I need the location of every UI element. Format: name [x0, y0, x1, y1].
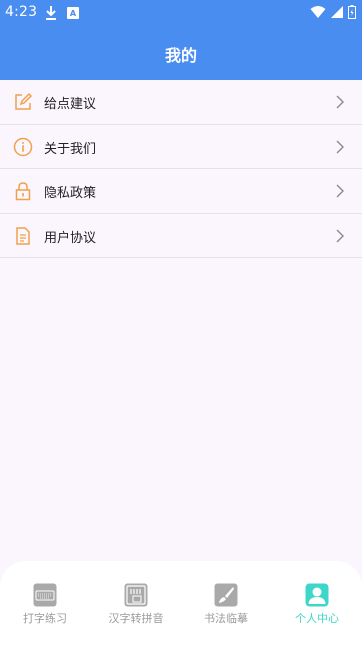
notification-a-icon: A — [67, 7, 79, 19]
menu-item-label: 给点建议 — [44, 97, 97, 112]
menu-item-privacy[interactable]: 隐私政策 — [0, 169, 362, 214]
edit-icon — [15, 92, 33, 110]
menu-item-label: 关于我们 — [44, 141, 97, 157]
tab-label: 打字练习 — [23, 612, 67, 625]
tab-calligraphy[interactable]: 书法临摹 — [181, 583, 271, 629]
chevron-right-icon — [336, 95, 344, 109]
profile-screen: 4:23 A 我的 给点建议 关于我们 隐私政策 用户协议 打字练习 汉字转拼音… — [0, 0, 362, 645]
document-icon — [16, 226, 30, 245]
page-title: 我的 — [164, 46, 197, 65]
bottom-nav: 打字练习 汉字转拼音 书法临摹 个人中心 — [0, 561, 362, 645]
tab-label: 个人中心 — [295, 612, 339, 625]
lock-icon — [15, 182, 31, 201]
battery-icon — [348, 5, 356, 19]
status-bar: 4:23 A — [0, 0, 362, 26]
signal-icon — [331, 6, 343, 18]
brush-icon — [214, 583, 238, 607]
pinyin-convert-icon — [124, 583, 148, 607]
menu-item-user-agreement[interactable]: 用户协议 — [0, 214, 362, 258]
tab-personal-center[interactable]: 个人中心 — [272, 583, 362, 629]
chevron-right-icon — [336, 184, 344, 198]
wifi-icon — [310, 6, 326, 18]
menu-item-label: 隐私政策 — [44, 186, 97, 201]
tab-label: 书法临摹 — [204, 612, 248, 625]
person-icon — [305, 583, 329, 607]
status-time: 4:23 — [5, 4, 38, 20]
app-header: 4:23 A 我的 — [0, 0, 362, 80]
status-indicators — [310, 5, 356, 19]
menu-item-feedback[interactable]: 给点建议 — [0, 80, 362, 125]
tab-hanzi-to-pinyin[interactable]: 汉字转拼音 — [91, 583, 181, 629]
chevron-right-icon — [336, 140, 344, 153]
menu-item-label: 用户协议 — [44, 230, 97, 246]
tab-label: 汉字转拼音 — [108, 612, 164, 625]
info-icon — [13, 137, 33, 156]
keyboard-icon — [33, 583, 57, 607]
menu-item-about[interactable]: 关于我们 — [0, 125, 362, 169]
download-icon — [46, 6, 56, 20]
chevron-right-icon — [336, 229, 344, 242]
tab-typing-practice[interactable]: 打字练习 — [0, 583, 90, 629]
settings-menu: 给点建议 关于我们 隐私政策 用户协议 — [0, 80, 362, 258]
